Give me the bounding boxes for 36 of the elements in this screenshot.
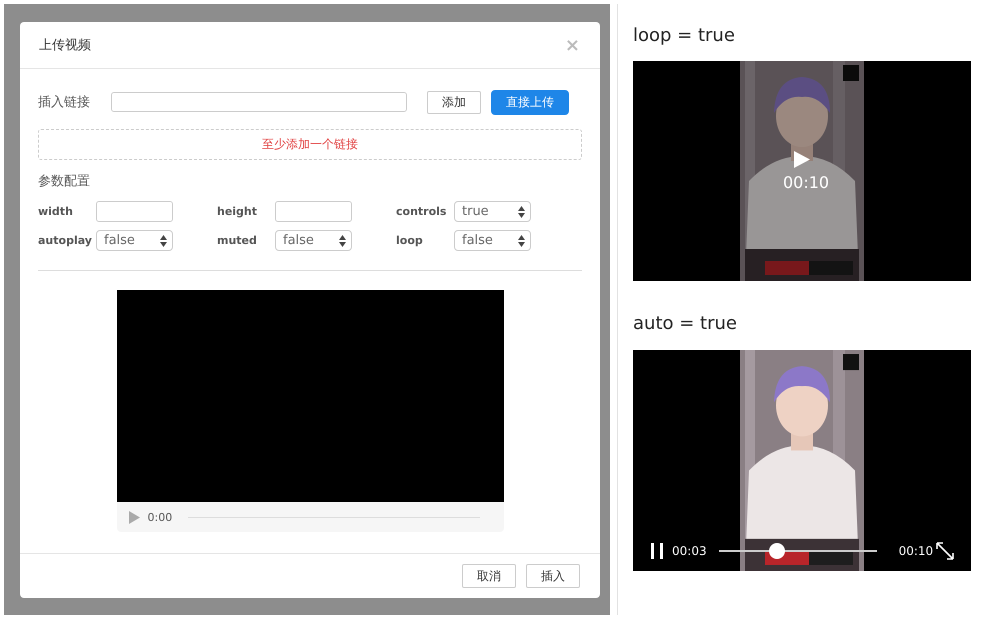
field-label: loop [396,234,424,247]
up-down-arrows-icon [160,234,167,246]
video-duration: 00:10 [783,173,830,192]
play-icon[interactable] [794,151,810,168]
field-label: width [38,205,74,218]
fullscreen-icon[interactable] [935,541,955,561]
text-field[interactable] [275,201,352,222]
link-field[interactable] [111,92,407,112]
select-field[interactable]: false [275,230,352,251]
select-field[interactable]: false [96,230,173,251]
section-caption: auto = true [633,313,737,334]
field-label: muted [217,234,258,247]
section-title: 参数配置 [38,173,91,190]
section-caption: loop = true [633,25,735,46]
dialog-title: 上传视频 [39,37,91,54]
select-field[interactable]: false [454,230,531,251]
field-label: autoplay [38,234,93,247]
video-duration: 00:10 [898,544,934,558]
up-down-arrows-icon [518,206,525,218]
pause-icon[interactable] [650,543,664,559]
up-down-arrows-icon [339,234,346,246]
current-time: 0:00 [148,510,172,524]
slider-thumb[interactable] [769,543,786,559]
field-label: height [217,205,258,218]
dialog-button[interactable]: 插入 [526,564,580,588]
select-field[interactable]: true [454,201,531,222]
field-label: 插入链接 [38,94,91,111]
upload-button[interactable]: 直接上传 [491,90,569,114]
up-down-arrows-icon [518,234,525,246]
add-button[interactable]: 添加 [427,90,481,114]
warning-text: 至少添加一个链接 [262,136,358,153]
field-label: controls [396,205,448,218]
text-field[interactable] [96,201,173,222]
dialog-button[interactable]: 取消 [462,564,516,588]
current-time: 00:03 [672,544,707,558]
play-icon[interactable] [128,510,140,524]
